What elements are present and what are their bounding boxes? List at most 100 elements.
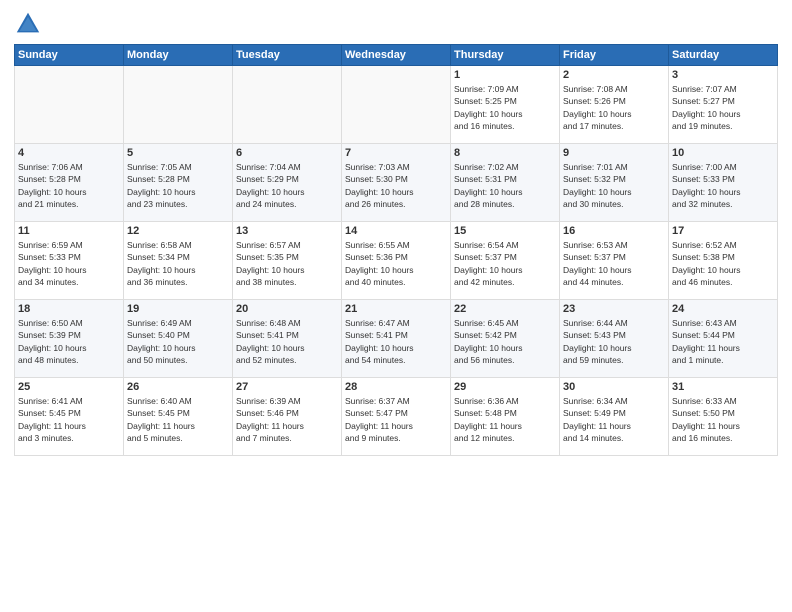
day-number: 11 — [18, 225, 120, 237]
day-info: Sunrise: 6:59 AM Sunset: 5:33 PM Dayligh… — [18, 239, 120, 288]
day-number: 20 — [236, 303, 338, 315]
calendar-cell: 1 Sunrise: 7:09 AM Sunset: 5:25 PM Daylig… — [451, 66, 560, 144]
day-info: Sunrise: 7:03 AM Sunset: 5:30 PM Dayligh… — [345, 161, 447, 210]
day-number: 31 — [672, 381, 774, 393]
calendar-cell: 19 Sunrise: 6:49 AM Sunset: 5:40 PM Dayli… — [124, 300, 233, 378]
day-info: Sunrise: 7:02 AM Sunset: 5:31 PM Dayligh… — [454, 161, 556, 210]
calendar-cell: 11 Sunrise: 6:59 AM Sunset: 5:33 PM Dayli… — [15, 222, 124, 300]
day-info: Sunrise: 6:55 AM Sunset: 5:36 PM Dayligh… — [345, 239, 447, 288]
day-info: Sunrise: 7:07 AM Sunset: 5:27 PM Dayligh… — [672, 83, 774, 132]
day-info: Sunrise: 7:06 AM Sunset: 5:28 PM Dayligh… — [18, 161, 120, 210]
day-number: 14 — [345, 225, 447, 237]
calendar-cell: 7 Sunrise: 7:03 AM Sunset: 5:30 PM Daylig… — [342, 144, 451, 222]
day-number: 26 — [127, 381, 229, 393]
weekday-header: Wednesday — [342, 45, 451, 66]
calendar-week-row: 18 Sunrise: 6:50 AM Sunset: 5:39 PM Dayli… — [15, 300, 778, 378]
calendar-cell: 21 Sunrise: 6:47 AM Sunset: 5:41 PM Dayli… — [342, 300, 451, 378]
day-number: 9 — [563, 147, 665, 159]
calendar-cell: 9 Sunrise: 7:01 AM Sunset: 5:32 PM Daylig… — [560, 144, 669, 222]
calendar-cell — [15, 66, 124, 144]
day-info: Sunrise: 7:05 AM Sunset: 5:28 PM Dayligh… — [127, 161, 229, 210]
calendar-cell: 30Sunrise: 6:34 AM Sunset: 5:49 PM Dayli… — [560, 378, 669, 456]
day-number: 22 — [454, 303, 556, 315]
calendar-cell: 23Sunrise: 6:44 AM Sunset: 5:43 PM Dayli… — [560, 300, 669, 378]
calendar-cell: 25 Sunrise: 6:41 AM Sunset: 5:45 PM Dayli… — [15, 378, 124, 456]
calendar-cell: 20Sunrise: 6:48 AM Sunset: 5:41 PM Dayli… — [233, 300, 342, 378]
day-info: Sunrise: 6:43 AM Sunset: 5:44 PM Dayligh… — [672, 317, 774, 366]
weekday-header: Friday — [560, 45, 669, 66]
day-info: Sunrise: 6:53 AM Sunset: 5:37 PM Dayligh… — [563, 239, 665, 288]
day-info: Sunrise: 7:04 AM Sunset: 5:29 PM Dayligh… — [236, 161, 338, 210]
header — [14, 10, 778, 38]
calendar-cell: 24 Sunrise: 6:43 AM Sunset: 5:44 PM Dayli… — [669, 300, 778, 378]
logo-icon — [14, 10, 42, 38]
day-info: Sunrise: 6:36 AM Sunset: 5:48 PM Dayligh… — [454, 395, 556, 444]
day-number: 24 — [672, 303, 774, 315]
calendar-table: SundayMondayTuesdayWednesdayThursdayFrid… — [14, 44, 778, 456]
day-info: Sunrise: 7:00 AM Sunset: 5:33 PM Dayligh… — [672, 161, 774, 210]
calendar-container: SundayMondayTuesdayWednesdayThursdayFrid… — [0, 0, 792, 612]
calendar-cell — [124, 66, 233, 144]
calendar-cell: 5 Sunrise: 7:05 AM Sunset: 5:28 PM Daylig… — [124, 144, 233, 222]
calendar-cell: 8Sunrise: 7:02 AM Sunset: 5:31 PM Daylig… — [451, 144, 560, 222]
day-info: Sunrise: 6:34 AM Sunset: 5:49 PM Dayligh… — [563, 395, 665, 444]
day-info: Sunrise: 6:50 AM Sunset: 5:39 PM Dayligh… — [18, 317, 120, 366]
day-info: Sunrise: 6:37 AM Sunset: 5:47 PM Dayligh… — [345, 395, 447, 444]
weekday-header: Tuesday — [233, 45, 342, 66]
day-number: 27 — [236, 381, 338, 393]
day-info: Sunrise: 7:08 AM Sunset: 5:26 PM Dayligh… — [563, 83, 665, 132]
day-info: Sunrise: 6:47 AM Sunset: 5:41 PM Dayligh… — [345, 317, 447, 366]
calendar-cell: 29 Sunrise: 6:36 AM Sunset: 5:48 PM Dayli… — [451, 378, 560, 456]
calendar-cell: 13 Sunrise: 6:57 AM Sunset: 5:35 PM Dayli… — [233, 222, 342, 300]
day-number: 15 — [454, 225, 556, 237]
calendar-cell: 4 Sunrise: 7:06 AM Sunset: 5:28 PM Daylig… — [15, 144, 124, 222]
calendar-week-row: 25 Sunrise: 6:41 AM Sunset: 5:45 PM Dayli… — [15, 378, 778, 456]
calendar-cell: 18 Sunrise: 6:50 AM Sunset: 5:39 PM Dayli… — [15, 300, 124, 378]
calendar-cell: 17Sunrise: 6:52 AM Sunset: 5:38 PM Dayli… — [669, 222, 778, 300]
calendar-cell: 6 Sunrise: 7:04 AM Sunset: 5:29 PM Daylig… — [233, 144, 342, 222]
day-number: 12 — [127, 225, 229, 237]
day-number: 6 — [236, 147, 338, 159]
day-info: Sunrise: 6:58 AM Sunset: 5:34 PM Dayligh… — [127, 239, 229, 288]
day-info: Sunrise: 6:57 AM Sunset: 5:35 PM Dayligh… — [236, 239, 338, 288]
day-info: Sunrise: 6:45 AM Sunset: 5:42 PM Dayligh… — [454, 317, 556, 366]
day-number: 13 — [236, 225, 338, 237]
day-number: 25 — [18, 381, 120, 393]
calendar-week-row: 1 Sunrise: 7:09 AM Sunset: 5:25 PM Daylig… — [15, 66, 778, 144]
day-number: 18 — [18, 303, 120, 315]
calendar-cell: 10Sunrise: 7:00 AM Sunset: 5:33 PM Dayli… — [669, 144, 778, 222]
calendar-cell: 16Sunrise: 6:53 AM Sunset: 5:37 PM Dayli… — [560, 222, 669, 300]
day-info: Sunrise: 7:09 AM Sunset: 5:25 PM Dayligh… — [454, 83, 556, 132]
calendar-cell: 26Sunrise: 6:40 AM Sunset: 5:45 PM Dayli… — [124, 378, 233, 456]
day-info: Sunrise: 6:44 AM Sunset: 5:43 PM Dayligh… — [563, 317, 665, 366]
day-number: 1 — [454, 69, 556, 81]
calendar-cell — [342, 66, 451, 144]
calendar-cell: 27 Sunrise: 6:39 AM Sunset: 5:46 PM Dayli… — [233, 378, 342, 456]
day-info: Sunrise: 6:39 AM Sunset: 5:46 PM Dayligh… — [236, 395, 338, 444]
calendar-cell: 3 Sunrise: 7:07 AM Sunset: 5:27 PM Daylig… — [669, 66, 778, 144]
day-number: 21 — [345, 303, 447, 315]
day-number: 28 — [345, 381, 447, 393]
day-number: 5 — [127, 147, 229, 159]
calendar-cell: 31 Sunrise: 6:33 AM Sunset: 5:50 PM Dayli… — [669, 378, 778, 456]
calendar-cell — [233, 66, 342, 144]
calendar-cell: 28 Sunrise: 6:37 AM Sunset: 5:47 PM Dayli… — [342, 378, 451, 456]
weekday-header-row: SundayMondayTuesdayWednesdayThursdayFrid… — [15, 45, 778, 66]
day-number: 3 — [672, 69, 774, 81]
weekday-header: Monday — [124, 45, 233, 66]
calendar-cell: 15 Sunrise: 6:54 AM Sunset: 5:37 PM Dayli… — [451, 222, 560, 300]
day-number: 7 — [345, 147, 447, 159]
day-number: 4 — [18, 147, 120, 159]
calendar-cell: 12 Sunrise: 6:58 AM Sunset: 5:34 PM Dayli… — [124, 222, 233, 300]
calendar-cell: 22 Sunrise: 6:45 AM Sunset: 5:42 PM Dayli… — [451, 300, 560, 378]
day-info: Sunrise: 6:54 AM Sunset: 5:37 PM Dayligh… — [454, 239, 556, 288]
day-info: Sunrise: 7:01 AM Sunset: 5:32 PM Dayligh… — [563, 161, 665, 210]
day-number: 29 — [454, 381, 556, 393]
day-info: Sunrise: 6:49 AM Sunset: 5:40 PM Dayligh… — [127, 317, 229, 366]
day-number: 19 — [127, 303, 229, 315]
day-number: 17 — [672, 225, 774, 237]
calendar-cell: 14 Sunrise: 6:55 AM Sunset: 5:36 PM Dayli… — [342, 222, 451, 300]
weekday-header: Thursday — [451, 45, 560, 66]
day-info: Sunrise: 6:41 AM Sunset: 5:45 PM Dayligh… — [18, 395, 120, 444]
day-info: Sunrise: 6:33 AM Sunset: 5:50 PM Dayligh… — [672, 395, 774, 444]
